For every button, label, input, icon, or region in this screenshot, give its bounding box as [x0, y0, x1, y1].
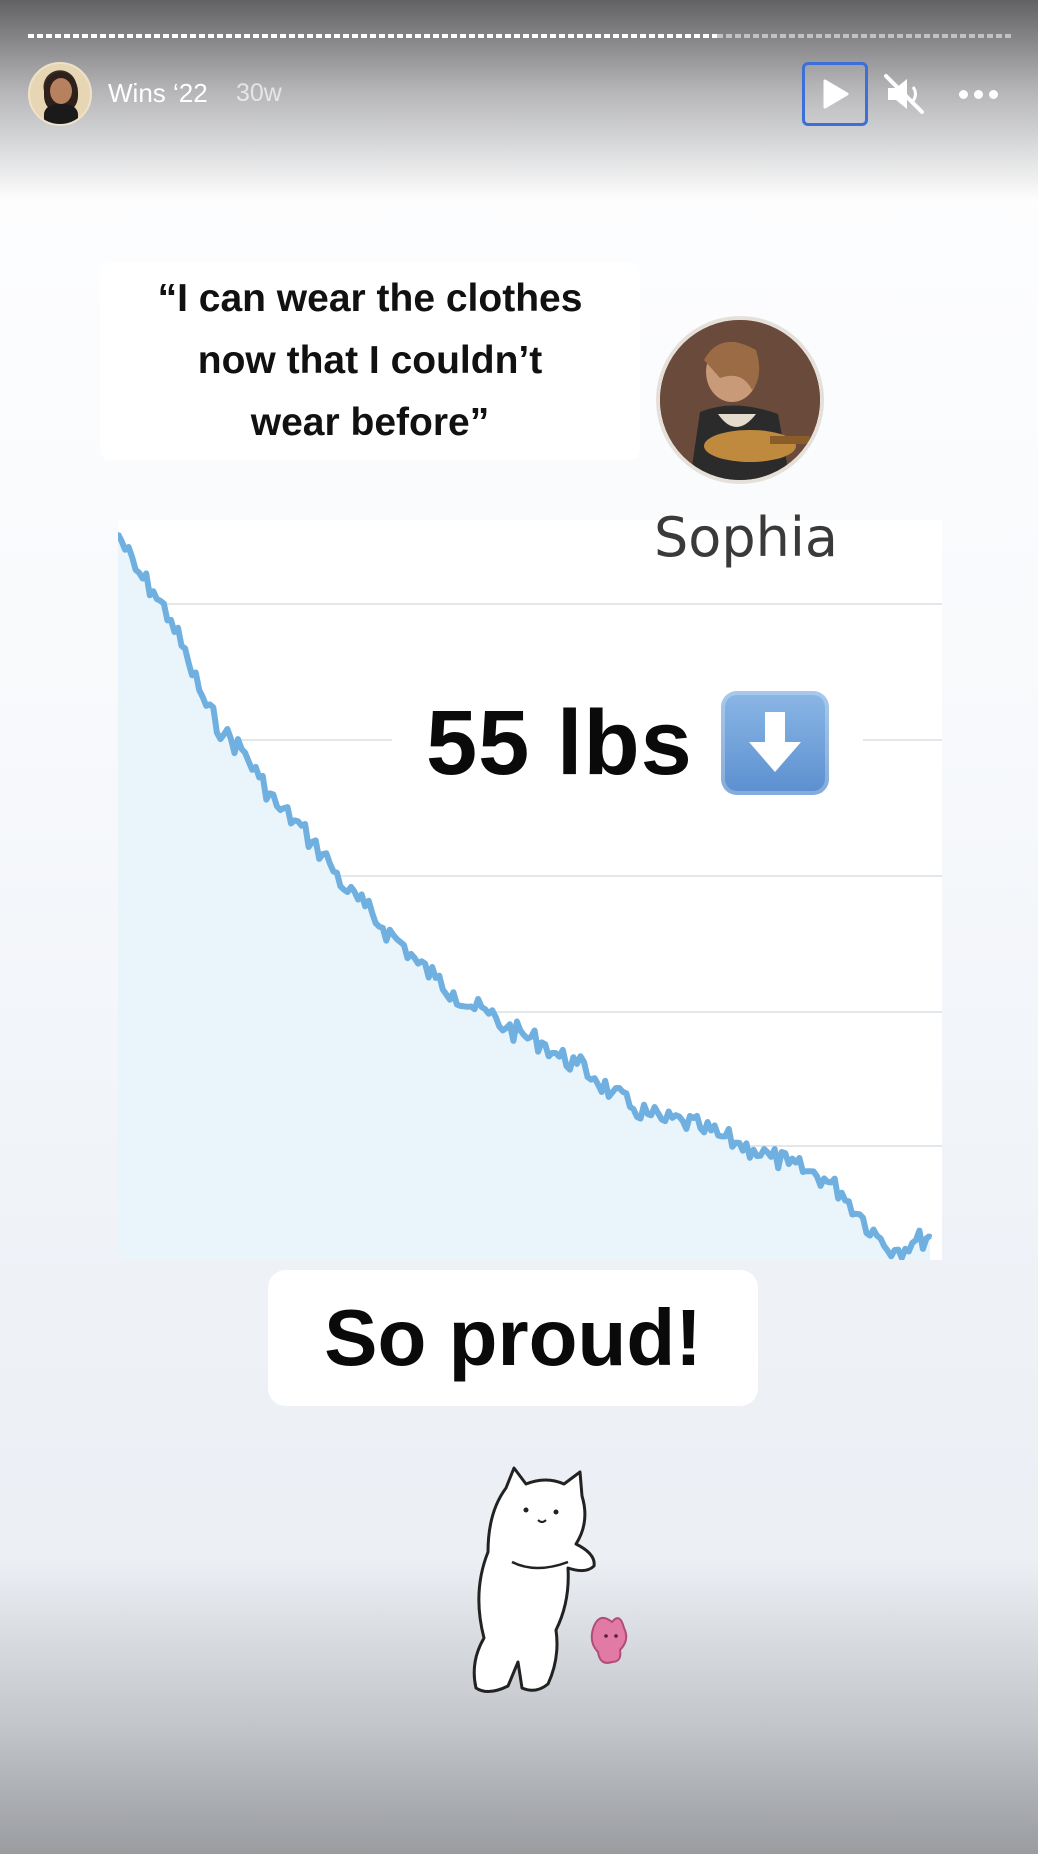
chart-point	[398, 940, 403, 945]
more-dots-icon	[958, 89, 968, 99]
chart-point	[186, 660, 191, 665]
chart-point	[151, 589, 156, 594]
avatar[interactable]	[28, 62, 92, 126]
progress-remaining	[716, 34, 1012, 38]
chart-point	[716, 1133, 721, 1138]
chart-point	[168, 617, 173, 622]
chart-point	[839, 1190, 844, 1195]
avatar-face	[50, 78, 72, 104]
chart-point	[680, 1119, 685, 1124]
chart-point	[504, 1026, 509, 1031]
chart-point	[469, 1004, 474, 1009]
more-dot	[988, 89, 998, 99]
weight-loss-value: 55 lbs	[426, 691, 693, 794]
chart-point	[486, 1011, 491, 1016]
person-name: Sophia	[654, 506, 838, 569]
chart-point	[928, 1233, 932, 1238]
chart-point	[257, 775, 262, 780]
chart-point	[804, 1169, 809, 1174]
chart-point	[345, 890, 350, 894]
chart-point	[133, 567, 138, 572]
chart-point	[221, 732, 226, 737]
down-arrow-glyph	[748, 712, 801, 772]
more-options-button[interactable]	[948, 70, 1008, 118]
chart-point	[380, 925, 385, 930]
chart-point	[786, 1162, 791, 1167]
chart-point	[627, 1104, 632, 1109]
avatar-body	[44, 104, 78, 124]
down-arrow-emoji-icon	[720, 691, 829, 795]
chart-point	[522, 1033, 526, 1038]
chart-point	[239, 746, 244, 751]
chart-point	[539, 1040, 544, 1045]
testimonial-quote: “I can wear the clothes now that I could…	[100, 262, 640, 460]
quote-line: now that I couldn’t	[197, 339, 543, 382]
person-photo	[656, 316, 824, 484]
chart-point	[557, 1054, 562, 1059]
more-dot	[973, 89, 983, 99]
play-button[interactable]	[802, 62, 868, 126]
cat-sticker-illustration	[472, 1466, 628, 1693]
chart-point	[204, 703, 209, 708]
story-progress-bar	[28, 34, 1012, 38]
weight-chart-svg	[118, 520, 942, 1260]
chart-point	[610, 1090, 615, 1095]
chart-point	[857, 1212, 862, 1217]
chart-point	[451, 990, 456, 995]
story-title[interactable]: Wins ‘22	[108, 78, 208, 109]
chart-point	[327, 861, 332, 866]
chart-point	[733, 1140, 738, 1145]
quote-line: wear before”	[250, 401, 490, 444]
chart-point	[875, 1233, 880, 1238]
chart-point	[363, 904, 368, 909]
chart-point	[292, 818, 297, 823]
story-age: 30w	[236, 79, 282, 107]
chart-point	[698, 1126, 703, 1131]
weight-loss-badge: 55 lbs	[392, 684, 863, 802]
chart-point	[892, 1248, 897, 1252]
person-photo-illustration	[660, 320, 820, 480]
caption-so-proud: So proud!	[268, 1270, 758, 1406]
chart-point	[751, 1147, 756, 1152]
chart-point	[910, 1240, 915, 1245]
speaker-muted-icon	[884, 74, 924, 114]
chart-point	[663, 1119, 668, 1124]
chart-point	[574, 1061, 579, 1066]
quote-line: “I can wear the clothes	[157, 277, 583, 320]
cat-sticker[interactable]	[448, 1462, 648, 1702]
mute-button[interactable]	[880, 70, 928, 118]
chart-point	[592, 1076, 597, 1081]
play-icon	[823, 79, 849, 109]
chart-point	[645, 1111, 650, 1116]
chart-point	[416, 961, 421, 966]
chart-point	[274, 804, 279, 809]
weight-chart	[118, 520, 942, 1260]
chart-point	[769, 1154, 774, 1159]
chart-point	[822, 1176, 827, 1181]
chart-point	[433, 975, 438, 980]
chart-point	[310, 839, 315, 844]
story-header: Wins ‘22 30w	[28, 62, 1012, 128]
progress-elapsed	[28, 34, 717, 38]
